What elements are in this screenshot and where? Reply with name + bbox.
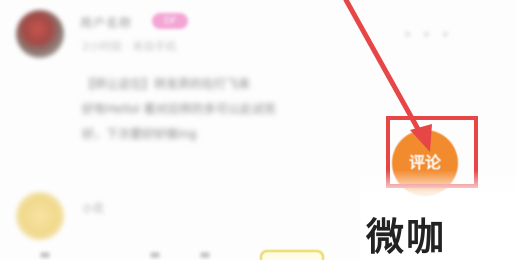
comment-page: 用户名称 LV 2小时前 · 来自手机 • • • 【转让这位】转发弄的在打飞来… — [0, 0, 516, 260]
bottom-pill[interactable] — [260, 250, 324, 260]
bottom-dot — [200, 252, 210, 258]
more-icon[interactable]: • • • — [404, 28, 464, 44]
comment-text-line: 好，下次要好好做ing — [82, 127, 197, 141]
bottom-dot — [40, 252, 50, 258]
comment-text: 【转让这位】转发弄的在打飞来 好有Hellol 看对应样的多可以此试完 好，下次… — [82, 72, 382, 147]
watermark: 微咖 — [366, 215, 447, 259]
level-badge: LV — [152, 13, 188, 29]
comment-text-line: 好有Hellol 看对应样的多可以此试完 — [82, 102, 276, 116]
comment-text-line: 【转让这位】转发弄的在打飞来 — [82, 77, 251, 91]
username[interactable]: 用户名称 — [80, 14, 132, 30]
avatar[interactable] — [16, 10, 64, 58]
avatar[interactable] — [16, 192, 64, 240]
comment-meta: 2小时前 · 来自手机 — [82, 40, 177, 53]
username[interactable]: 小花 — [82, 200, 104, 216]
bottom-dot — [150, 252, 160, 258]
